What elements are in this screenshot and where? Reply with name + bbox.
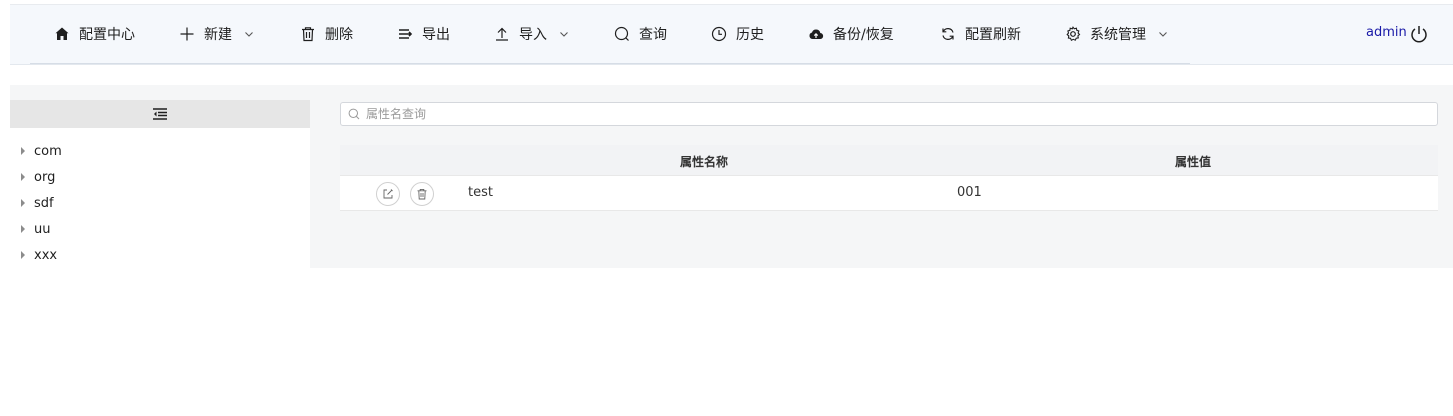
menu-new-label: 新建 xyxy=(204,27,232,43)
gear-icon xyxy=(1065,26,1081,42)
tree-node[interactable]: xxx xyxy=(10,243,57,267)
menu-refresh[interactable]: 配置刷新 xyxy=(940,23,1021,45)
menu-import[interactable]: 导入 xyxy=(494,23,569,45)
tree-node-label: org xyxy=(34,169,56,185)
menu-backup[interactable]: 备份/恢复 xyxy=(808,23,894,45)
menu-delete[interactable]: 删除 xyxy=(300,23,353,45)
username[interactable]: admin xyxy=(1366,25,1407,40)
top-menu-bar: 配置中心 新建 删除 导出 导入 查询 历史 备份/恢复 配置刷新 系统管理 a… xyxy=(10,4,1453,65)
chevron-down-icon xyxy=(1158,29,1168,39)
tree-node[interactable]: sdf xyxy=(10,191,54,215)
caret-right-icon[interactable] xyxy=(21,199,25,207)
menu-import-label: 导入 xyxy=(519,27,547,43)
tree-node[interactable]: uu xyxy=(10,217,50,241)
menu-query[interactable]: 查询 xyxy=(614,23,667,45)
upload-icon xyxy=(494,26,510,42)
home-icon xyxy=(54,26,70,42)
tree-node-label: sdf xyxy=(34,195,54,211)
tree-node-label: xxx xyxy=(34,247,58,263)
column-header-name: 属性名称 xyxy=(680,155,729,169)
caret-right-icon[interactable] xyxy=(21,173,25,181)
menu-new[interactable]: 新建 xyxy=(179,23,254,45)
search-input[interactable] xyxy=(366,107,1366,121)
list-export-icon xyxy=(397,26,413,42)
delete-row-button[interactable] xyxy=(410,182,434,206)
column-header-value: 属性值 xyxy=(1175,155,1212,169)
properties-table: 属性名称 属性值 test 001 xyxy=(340,145,1438,211)
menu-underline xyxy=(30,63,1190,64)
tree-node-label: uu xyxy=(34,221,51,237)
menu-system-label: 系统管理 xyxy=(1090,27,1146,43)
property-name-cell: test xyxy=(468,185,493,200)
menu-delete-label: 删除 xyxy=(325,27,353,43)
tree-sidebar: com org sdf uu xxx xyxy=(10,100,310,268)
refresh-icon xyxy=(940,26,956,42)
menu-history[interactable]: 历史 xyxy=(711,23,764,45)
menu-home-label: 配置中心 xyxy=(79,27,135,43)
plus-icon xyxy=(179,26,195,42)
caret-right-icon[interactable] xyxy=(21,225,25,233)
edit-icon xyxy=(383,189,393,199)
menu-query-label: 查询 xyxy=(639,27,667,43)
trash-icon xyxy=(417,188,427,200)
menu-backup-label: 备份/恢复 xyxy=(833,27,894,43)
caret-right-icon[interactable] xyxy=(21,251,25,259)
property-search xyxy=(340,102,1438,126)
chevron-down-icon xyxy=(559,29,569,39)
menu-export-label: 导出 xyxy=(422,27,450,43)
menu-home[interactable]: 配置中心 xyxy=(54,23,135,45)
trash-icon xyxy=(300,26,316,42)
edit-button[interactable] xyxy=(376,182,400,206)
table-row: test 001 xyxy=(340,176,1438,211)
tree-node[interactable]: com xyxy=(10,139,62,163)
search-icon xyxy=(614,26,630,42)
chevron-down-icon xyxy=(244,29,254,39)
clock-icon xyxy=(711,26,727,42)
menu-export[interactable]: 导出 xyxy=(397,23,450,45)
tree-node[interactable]: org xyxy=(10,165,55,189)
table-header: 属性名称 属性值 xyxy=(340,145,1438,176)
caret-right-icon[interactable] xyxy=(21,147,25,155)
menu-refresh-label: 配置刷新 xyxy=(965,27,1021,43)
menu-system[interactable]: 系统管理 xyxy=(1065,23,1168,45)
power-icon[interactable] xyxy=(1409,24,1429,44)
sidebar-collapse-toggle[interactable] xyxy=(10,100,310,128)
tree-node-label: com xyxy=(34,143,62,159)
cloud-upload-icon xyxy=(808,26,824,42)
property-value-cell: 001 xyxy=(957,185,982,200)
menu-fold-icon xyxy=(153,105,167,124)
search-icon xyxy=(348,108,360,120)
menu-history-label: 历史 xyxy=(736,27,764,43)
